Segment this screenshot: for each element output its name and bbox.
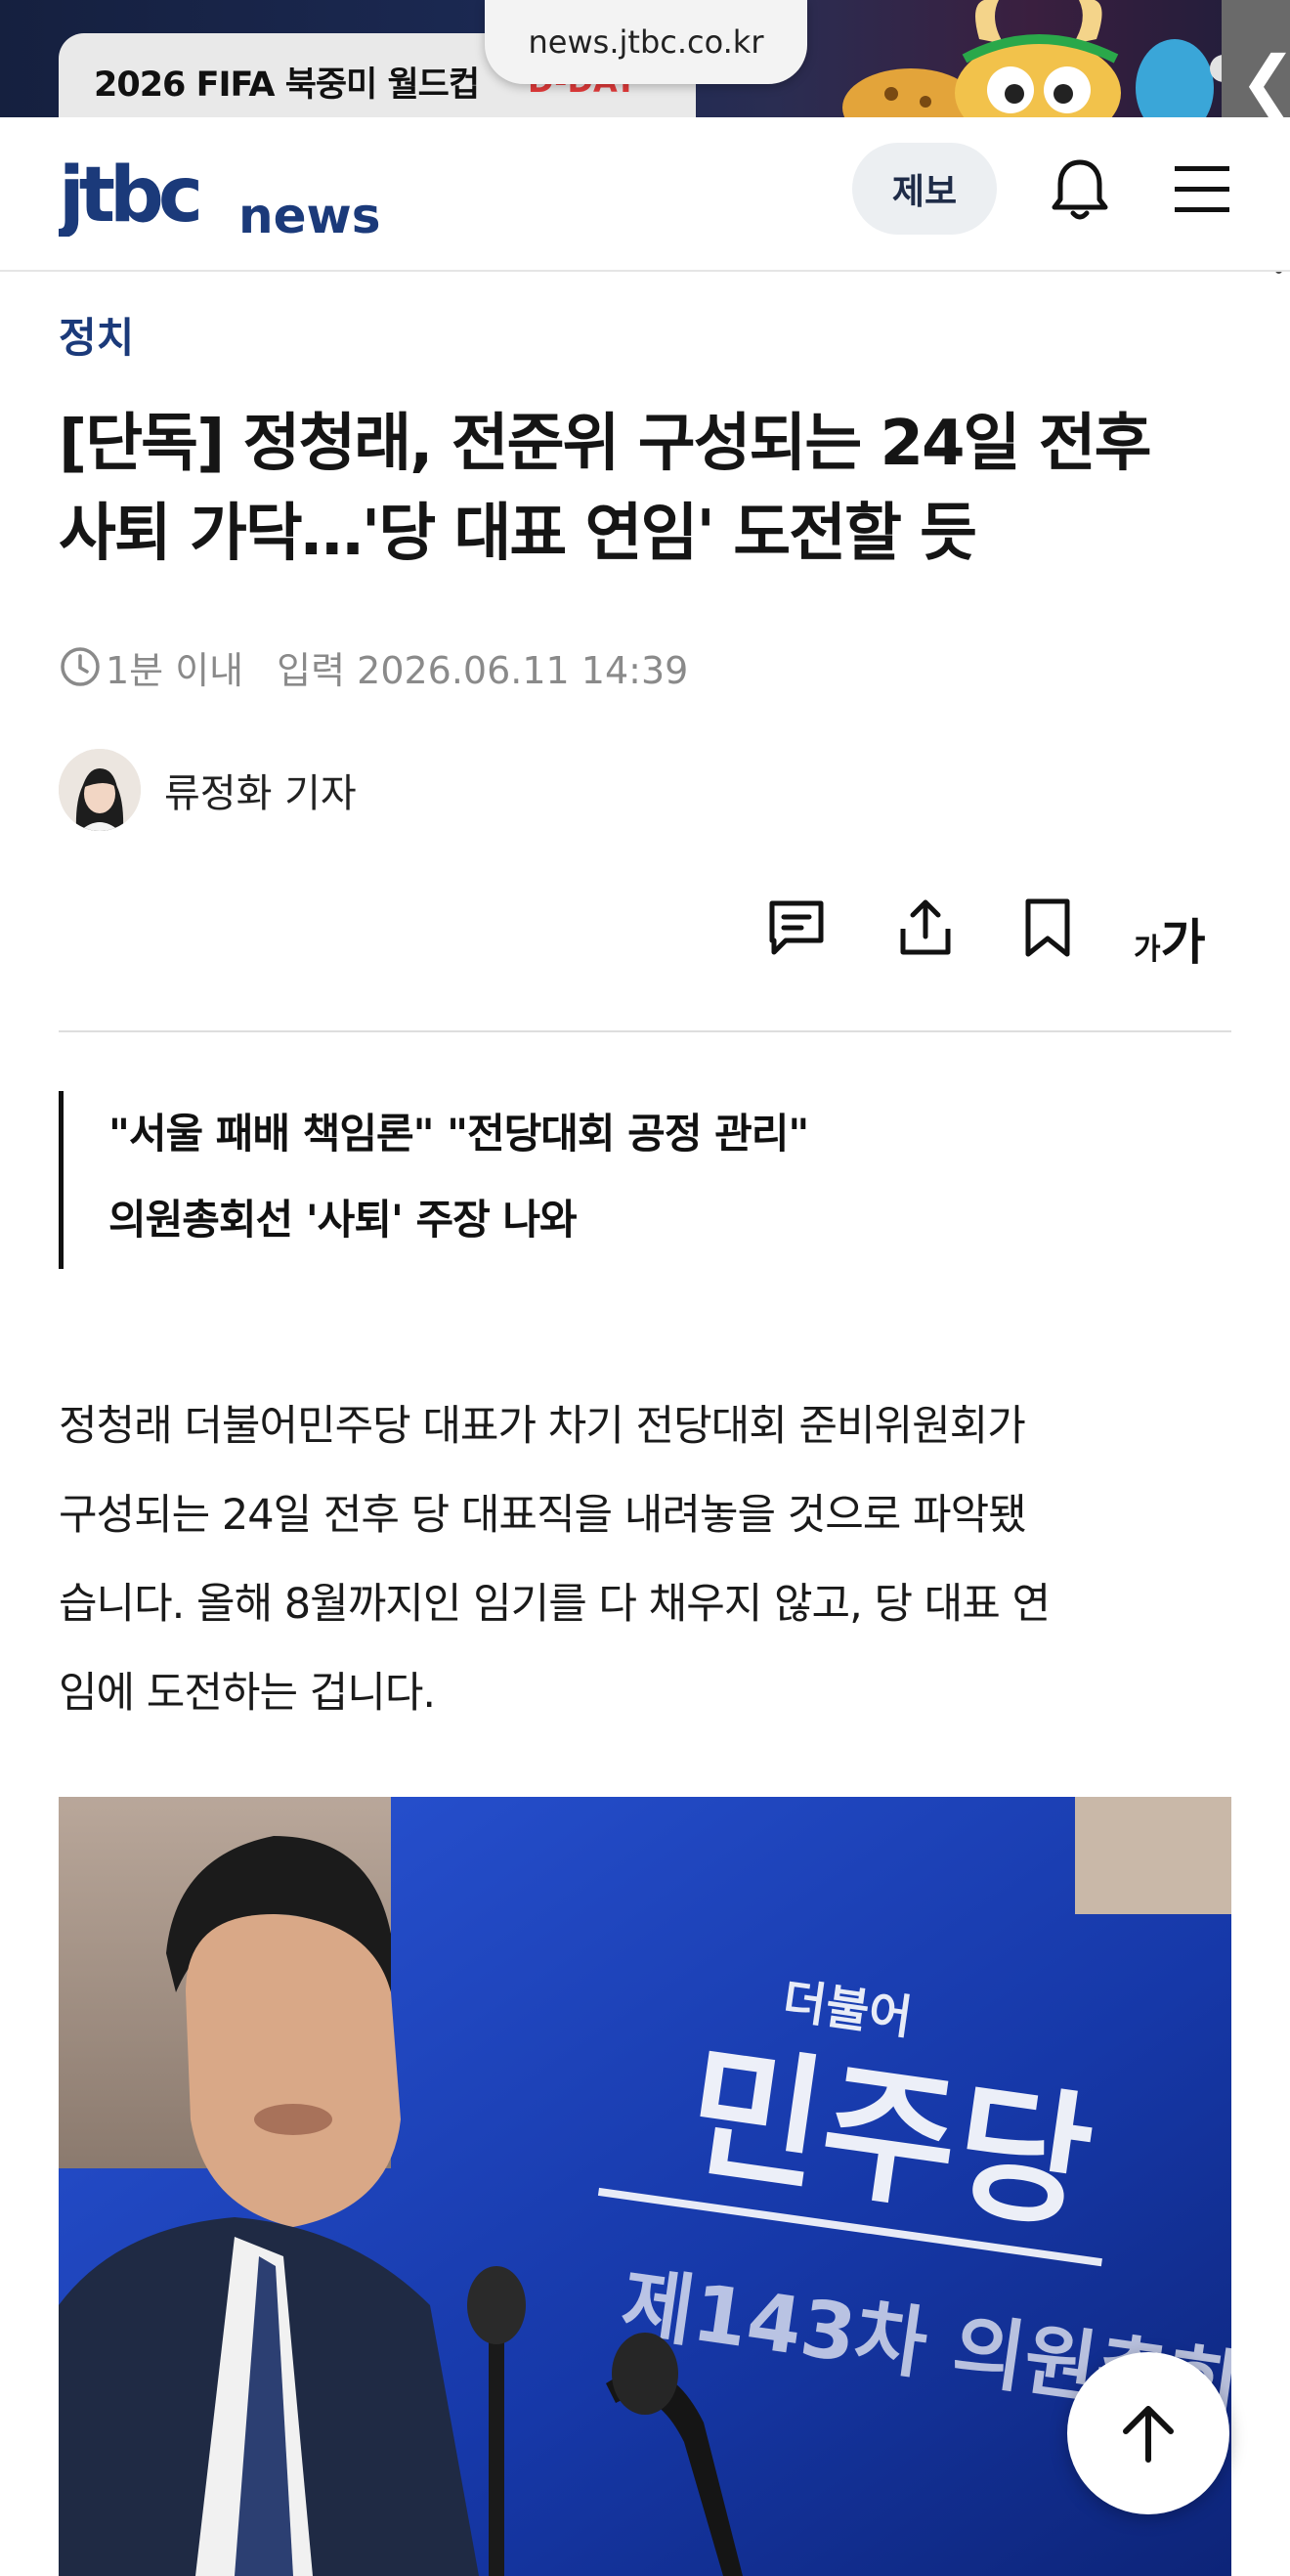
chevron-left-icon: ❮ xyxy=(1239,47,1290,115)
tip-button[interactable]: 제보 xyxy=(852,143,997,235)
bell-icon[interactable] xyxy=(1046,154,1114,223)
subheading-line: "서울 패배 책임론" "전당대회 공정 관리" xyxy=(108,1110,809,1157)
reporter-name: 류정화 기자 xyxy=(164,771,357,816)
comment-icon[interactable] xyxy=(766,897,827,958)
address-bar[interactable]: news.jtbc.co.kr xyxy=(485,0,807,84)
divider xyxy=(59,1030,1231,1032)
article-body: 정청래 더불어민주당 대표가 차기 전당대회 준비위원회가 구성되는 24일 전… xyxy=(59,1382,1236,1738)
body-line: 구성되는 24일 전후 당 대표직을 내려놓을 것으로 파악됐 xyxy=(59,1491,1027,1540)
article-category[interactable]: 정치 xyxy=(59,305,134,365)
article-meta: 1분 이내 입력 2026.06.11 14:39 xyxy=(59,641,688,692)
site-header: jtbc news 제보 xyxy=(0,117,1290,272)
read-time: 1분 이내 xyxy=(106,648,244,692)
banner-text: 2026 FIFA 북중미 월드컵 xyxy=(94,65,480,105)
body-line: 임에 도전하는 겁니다. xyxy=(59,1669,436,1718)
body-line: 습니다. 올해 8월까지인 임기를 다 채우지 않고, 당 대표 연 xyxy=(59,1580,1051,1629)
article-subheading: "서울 패배 책임론" "전당대회 공정 관리" 의원총회선 '사퇴' 주장 나… xyxy=(59,1091,1231,1269)
bookmark-icon[interactable] xyxy=(1022,897,1073,958)
clock-icon xyxy=(61,647,100,686)
font-size-button[interactable]: 가가 xyxy=(1134,903,1206,974)
reporter-info[interactable]: 류정화 기자 xyxy=(59,749,357,831)
article-title: [단독] 정청래, 전준위 구성되는 24일 전후 사퇴 가닥…'당 대표 연임… xyxy=(59,399,1231,579)
jtbc-news-logo[interactable]: jtbc news xyxy=(59,156,430,237)
title-line: [단독] 정청래, 전준위 구성되는 24일 전후 xyxy=(59,408,1151,480)
subheading-line: 의원총회선 '사퇴' 주장 나와 xyxy=(108,1196,578,1244)
mascot-illustration xyxy=(842,0,1237,117)
article-photo[interactable]: 더불어 민주당 제143차 의원총회 xyxy=(59,1797,1231,2576)
avatar xyxy=(59,749,141,831)
share-icon[interactable] xyxy=(895,897,956,958)
article-toolbar: 가가 xyxy=(0,897,1290,971)
title-line: 사퇴 가닥…'당 대표 연임' 도전할 듯 xyxy=(59,498,977,570)
menu-icon[interactable] xyxy=(1173,162,1231,217)
body-line: 정청래 더불어민주당 대표가 차기 전당대회 준비위원회가 xyxy=(59,1402,1026,1451)
scroll-top-button[interactable] xyxy=(1067,2352,1229,2514)
arrow-up-icon xyxy=(1123,2406,1174,2463)
svg-text:news: news xyxy=(238,188,380,237)
input-date: 입력 2026.06.11 14:39 xyxy=(277,648,689,692)
svg-text:jtbc: jtbc xyxy=(59,156,199,237)
